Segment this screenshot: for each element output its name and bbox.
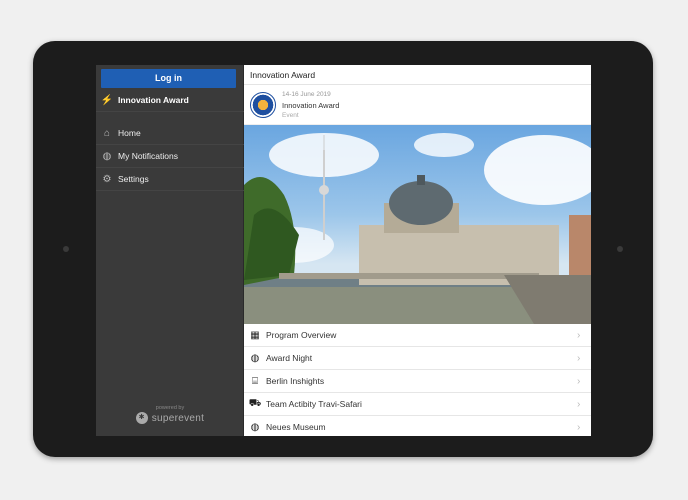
globe-icon: ◍	[250, 352, 260, 364]
sidebar-item-label: Settings	[118, 174, 149, 184]
app-screen: Log in ⚡ Innovation Award ⌂ Home ◍ My No…	[96, 65, 591, 436]
page-title: Innovation Award	[244, 65, 591, 85]
chevron-right-icon: ›	[577, 375, 581, 387]
event-date: 14-16 June 2019	[282, 91, 331, 98]
list-item-neues-museum[interactable]: ◍ Neues Museum ›	[244, 416, 591, 436]
sidebar-event[interactable]: ⚡ Innovation Award	[96, 89, 244, 112]
list-item-label: Team Actibity Travi-Safari	[266, 399, 362, 409]
chevron-right-icon: ›	[577, 352, 581, 364]
car-icon: ⛟	[248, 397, 262, 409]
list-item-team-activity[interactable]: ⛟ Team Actibity Travi-Safari ›	[244, 393, 591, 416]
list-item-program-overview[interactable]: ▦ Program Overview ›	[244, 324, 591, 347]
lightning-icon: ⚡	[100, 94, 114, 106]
hero-image	[244, 125, 591, 324]
globe-icon: ◍	[250, 421, 260, 433]
event-header[interactable]: 14-16 June 2019 Innovation Award Event	[244, 85, 591, 125]
home-icon: ⌂	[103, 127, 111, 139]
list-item-label: Neues Museum	[266, 422, 326, 432]
globe-icon: ◍	[102, 150, 112, 162]
list-item-award-night[interactable]: ◍ Award Night ›	[244, 347, 591, 370]
camera-right	[617, 246, 623, 252]
list-item-label: Berlin Inshights	[266, 376, 325, 386]
chevron-right-icon: ›	[577, 329, 581, 341]
sidebar-item-settings[interactable]: ⚙ Settings	[96, 168, 244, 191]
powered-by-label: powered by	[155, 405, 185, 411]
chevron-right-icon: ›	[577, 398, 581, 410]
calendar-icon: ▦	[250, 329, 260, 341]
list-item-label: Award Night	[266, 353, 313, 363]
list-item-berlin-insights[interactable]: ⌸ Berlin Inshights ›	[244, 370, 591, 393]
sidebar-item-label: Home	[118, 128, 141, 138]
sidebar-item-label: My Notifications	[118, 151, 178, 161]
chevron-right-icon: ›	[577, 421, 581, 433]
event-badge-icon	[250, 92, 276, 118]
museum-icon: ⌸	[252, 375, 258, 387]
sidebar-event-label: Innovation Award	[118, 95, 189, 105]
list-item-label: Program Overview	[266, 330, 337, 340]
superevent-logo-icon: ✱	[135, 412, 148, 424]
sidebar: Log in ⚡ Innovation Award ⌂ Home ◍ My No…	[96, 65, 244, 436]
gear-icon: ⚙	[102, 173, 112, 185]
brand-name: superevent	[151, 412, 205, 424]
berlin-museum-photo	[244, 133, 591, 324]
sidebar-item-notifications[interactable]: ◍ My Notifications	[96, 145, 244, 168]
main-content: Innovation Award 14-16 June 2019 Innovat…	[244, 65, 591, 436]
brand-logo[interactable]: ✱ superevent	[96, 412, 244, 424]
camera-left	[63, 246, 69, 252]
sidebar-item-home[interactable]: ⌂ Home	[96, 122, 244, 145]
event-type: Event	[282, 112, 299, 119]
login-button[interactable]: Log in	[101, 69, 236, 88]
event-name: Innovation Award	[282, 101, 340, 110]
